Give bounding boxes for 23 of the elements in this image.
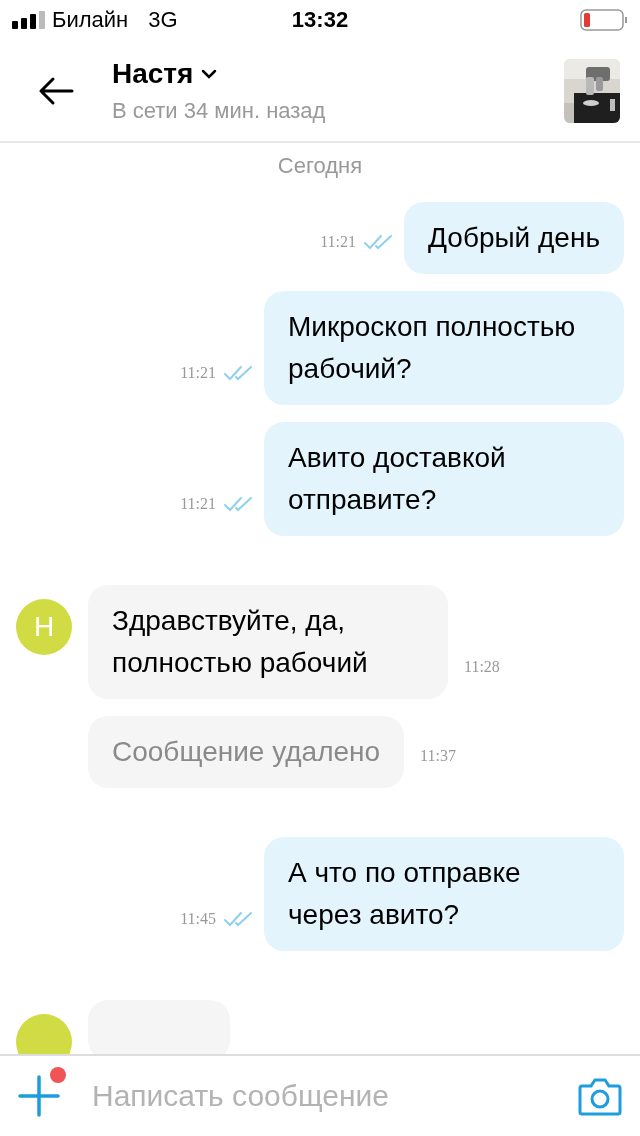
- message-input[interactable]: Написать сообщение: [90, 1078, 578, 1114]
- message-time: 11:28: [464, 658, 500, 676]
- message-bubble[interactable]: А что по отправке через авито?: [264, 837, 624, 951]
- message-time: 11:21: [180, 364, 216, 382]
- signal-icon: [12, 11, 46, 29]
- contact-name[interactable]: Настя: [112, 57, 194, 90]
- network-type: 3G: [148, 7, 178, 33]
- carrier-name: Билайн: [52, 7, 129, 33]
- message-time: 11:37: [420, 747, 456, 765]
- chevron-down-icon[interactable]: [201, 68, 218, 79]
- battery-icon: [580, 9, 628, 31]
- message-time: 11:21: [180, 495, 216, 513]
- message-time: 11:21: [320, 233, 357, 251]
- clock: 13:32: [291, 7, 349, 32]
- add-button[interactable]: [18, 1075, 60, 1117]
- online-status: В сети 34 мин. назад: [112, 97, 326, 124]
- camera-button[interactable]: [578, 1076, 622, 1116]
- message-bubble[interactable]: Микроскоп полностью рабочий?: [264, 291, 624, 405]
- message-time: 11:45: [180, 910, 216, 928]
- message-bubble[interactable]: Здравствуйте, да, полностью рабочий: [88, 585, 448, 699]
- message-bubble[interactable]: Добрый день: [404, 202, 624, 274]
- message-bubble[interactable]: Авито доставкой отправите?: [264, 422, 624, 536]
- date-label: Сегодня: [277, 153, 363, 179]
